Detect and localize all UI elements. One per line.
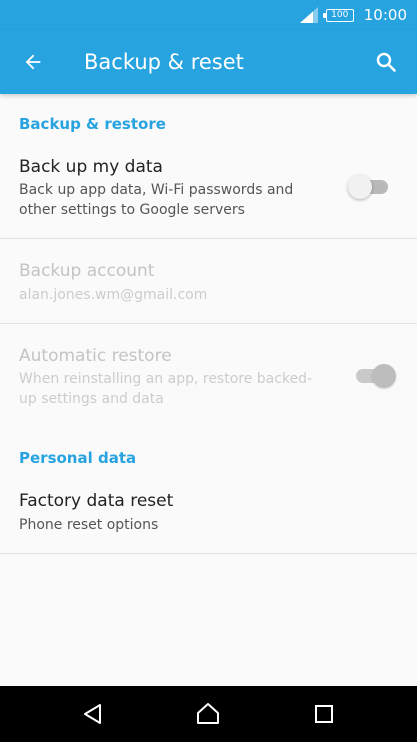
divider bbox=[0, 323, 417, 324]
setting-title: Backup account bbox=[19, 261, 155, 281]
back-button[interactable] bbox=[18, 47, 48, 77]
setting-title: Factory data reset bbox=[19, 491, 174, 511]
search-icon bbox=[376, 52, 396, 72]
signal-icon bbox=[299, 7, 318, 23]
divider bbox=[0, 553, 417, 554]
toggle-thumb bbox=[372, 364, 396, 388]
triangle-back-icon bbox=[84, 704, 101, 724]
section-header-backup-restore: Backup & restore bbox=[19, 115, 166, 133]
arrow-left-icon bbox=[25, 54, 41, 70]
search-button[interactable] bbox=[371, 47, 401, 77]
setting-subtitle: alan.jones.wm@gmail.com bbox=[19, 287, 208, 303]
back-up-toggle[interactable] bbox=[348, 174, 390, 200]
page-title: Backup & reset bbox=[84, 50, 244, 74]
battery-level: 100 bbox=[331, 9, 349, 20]
automatic-restore-toggle bbox=[356, 363, 396, 389]
home-icon bbox=[197, 703, 219, 724]
setting-subtitle: When reinstalling an app, restore backed… bbox=[19, 371, 313, 407]
nav-back-button[interactable] bbox=[79, 700, 107, 728]
setting-title: Automatic restore bbox=[19, 346, 172, 366]
setting-subtitle: Back up app data, Wi-Fi passwords and ot… bbox=[19, 182, 294, 218]
clock: 10:00 bbox=[363, 6, 407, 24]
nav-home-button[interactable] bbox=[194, 700, 222, 728]
status-icons: 100 10:00 bbox=[299, 5, 407, 25]
setting-title: Back up my data bbox=[19, 157, 163, 177]
divider bbox=[0, 238, 417, 239]
section-header-personal-data: Personal data bbox=[19, 449, 137, 467]
setting-subtitle: Phone reset options bbox=[19, 517, 159, 533]
status-bar: 100 10:00 bbox=[0, 0, 417, 30]
toggle-thumb bbox=[348, 175, 372, 199]
app-bar: Backup & reset bbox=[0, 30, 417, 94]
recents-icon bbox=[315, 705, 333, 723]
nav-recents-button[interactable] bbox=[310, 700, 338, 728]
battery-icon: 100 bbox=[322, 8, 354, 22]
navigation-bar bbox=[0, 686, 417, 742]
